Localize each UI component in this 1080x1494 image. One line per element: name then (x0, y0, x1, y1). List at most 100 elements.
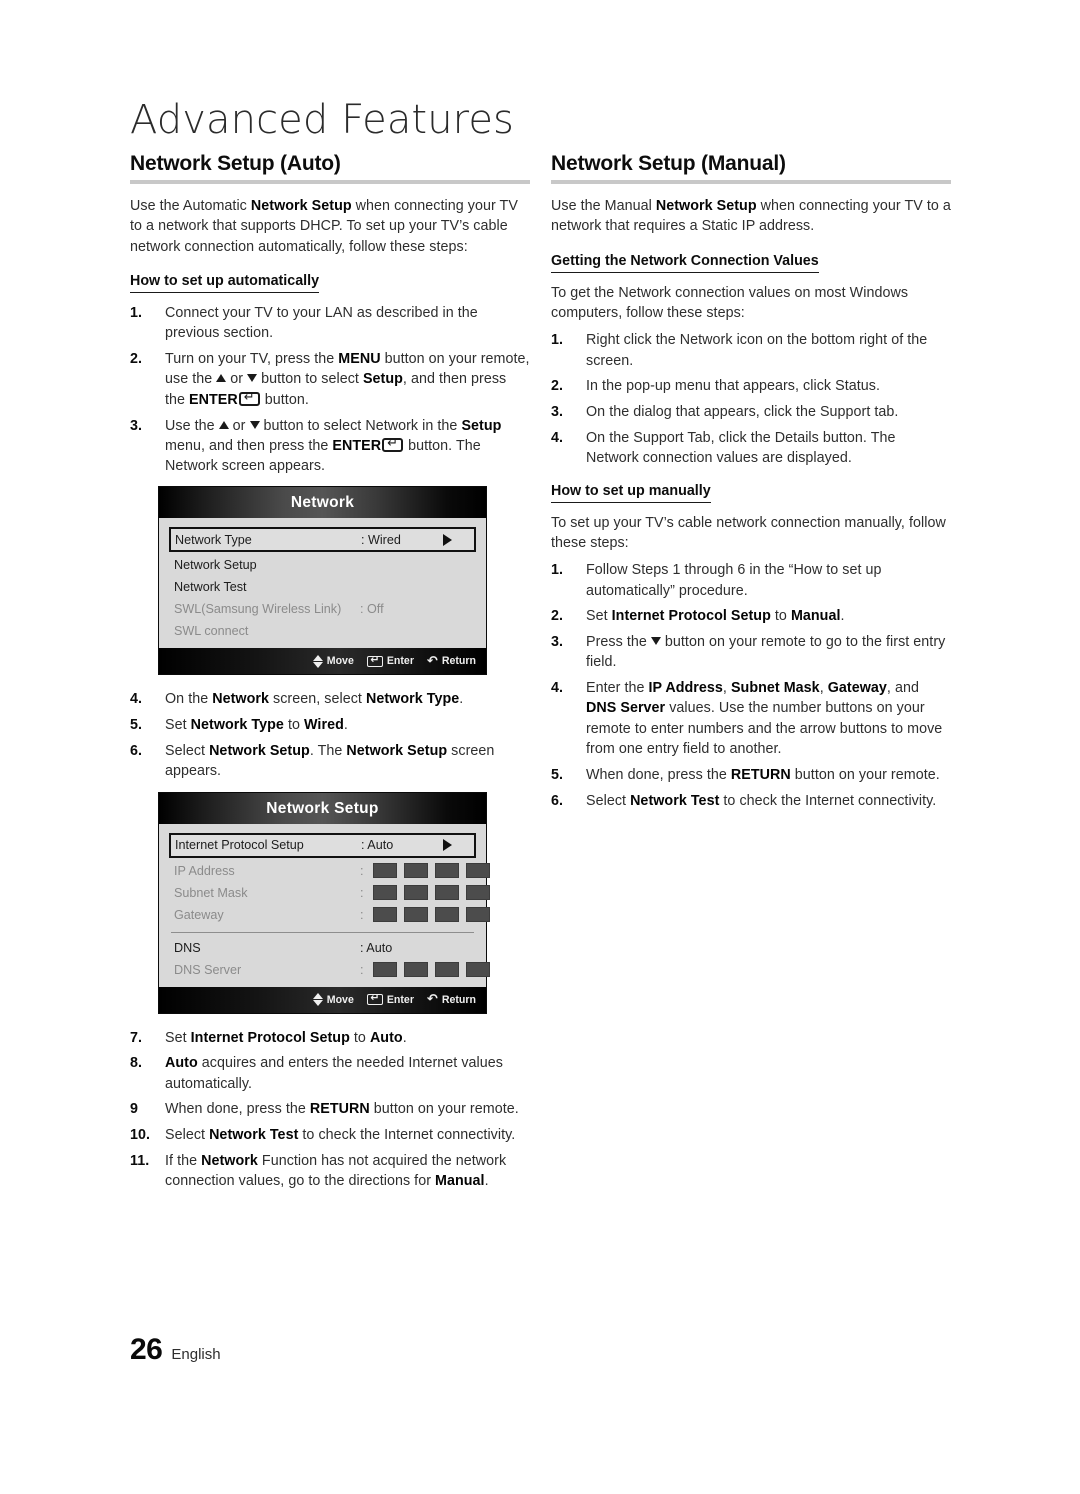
value-block (372, 907, 397, 923)
osd-row-swl[interactable]: SWL(Samsung Wireless Link) : Off (169, 598, 476, 620)
osd-hint-return-label: Return (441, 655, 476, 668)
value-block (403, 962, 428, 978)
osd-row-internet-protocol-setup[interactable]: Internet Protocol Setup : Auto (169, 832, 476, 858)
values-steps: 1. Right click the Network icon on the bo… (551, 330, 951, 468)
list-item: 4. Enter the IP Address, Subnet Mask, Gat… (551, 680, 943, 758)
osd-network-title: Network (159, 487, 486, 519)
value-block (465, 885, 490, 901)
arrow-down-icon (249, 420, 260, 429)
manual-setup-intro-paragraph: To set up your TV’s cable network connec… (551, 514, 946, 551)
osd-value: : Off (360, 602, 384, 617)
list-item: 5. Set Network Type to Wired. (130, 715, 530, 735)
step-number: 6. (551, 792, 564, 809)
osd-row-network-type[interactable]: Network Type : Wired (169, 527, 476, 553)
value-block (434, 962, 459, 978)
step-number: 3. (130, 417, 143, 434)
osd-label: Subnet Mask (174, 885, 248, 900)
step-number: 9 (130, 1101, 139, 1118)
left-column: Network Setup (Auto) Use the Automatic N… (130, 152, 530, 1202)
osd-row-ip-address[interactable]: IP Address : (169, 860, 490, 882)
osd-network-setup-body: Internet Protocol Setup : Auto IP Addres… (159, 823, 490, 987)
osd-hint-move-label: Move (326, 655, 354, 668)
page-footer: 26 English (130, 1333, 221, 1367)
osd-row-dns-server[interactable]: DNS Server : (169, 959, 490, 981)
osd-row-gateway[interactable]: Gateway : (169, 904, 490, 926)
step-number: 7. (130, 1029, 143, 1046)
osd-row-subnet-mask[interactable]: Subnet Mask : (169, 882, 490, 904)
list-item: 10. Select Network Test to check the Inte… (130, 1125, 530, 1145)
subhead-how-to-set-up-manually: How to set up manually (551, 483, 711, 503)
list-item: 1. Follow Steps 1 through 6 in the “How t… (551, 562, 882, 599)
value-block (434, 863, 459, 879)
list-item: 9 When done, press the RETURN button on y… (130, 1099, 530, 1119)
subhead-getting-network-connection-values: Getting the Network Connection Values (551, 253, 819, 273)
section-rule-auto (130, 180, 530, 185)
value-block (434, 907, 459, 923)
osd-label: Internet Protocol Setup (175, 838, 304, 853)
manual-page: Advanced Features Network Setup (Auto) U… (0, 0, 1080, 1494)
osd-hint-enter-label: Enter (386, 993, 414, 1006)
osd-value-blocks (372, 907, 490, 923)
enter-key-icon (382, 435, 404, 453)
osd-row-network-setup[interactable]: Network Setup (169, 554, 476, 576)
list-item: 3. Use the or button to select Network in… (130, 416, 530, 477)
osd-hint-enter-label: Enter (386, 655, 414, 668)
list-item: 3. On the dialog that appears, click the … (551, 402, 951, 422)
subhead-auto-wrap: How to set up automatically (130, 269, 530, 303)
step-number: 8. (130, 1055, 143, 1072)
up-down-arrow-icon (312, 654, 323, 668)
list-item: 7. Set Internet Protocol Setup to Auto. (130, 1028, 530, 1048)
list-item: 1. Right click the Network icon on the bo… (551, 332, 928, 369)
page-language: English (171, 1346, 221, 1363)
step-number: 11. (130, 1153, 150, 1170)
osd-hint-return: ↷ Return (427, 992, 476, 1007)
up-down-arrow-icon (312, 993, 323, 1007)
step-number: 3. (551, 634, 564, 651)
subhead-manual-wrap: How to set up manually (551, 479, 951, 513)
osd-hint-move: Move (312, 993, 354, 1007)
osd-value: : Auto (361, 838, 394, 853)
osd-network-footer: Move Enter ↷Return (159, 648, 486, 675)
value-block (372, 962, 397, 978)
step-number: 6. (130, 743, 143, 759)
step-number: 1. (551, 562, 564, 579)
auto-steps-4-6: 4. On the Network screen, select Network … (130, 689, 530, 781)
value-block (372, 863, 397, 879)
list-item: 4. On the Network screen, select Network … (130, 689, 530, 709)
step-number: 2. (551, 608, 564, 625)
subhead-how-to-set-up-automatically: How to set up automatically (130, 273, 320, 294)
list-item: 11. If the Network Function has not acqui… (130, 1153, 507, 1190)
osd-label: SWL(Samsung Wireless Link) (174, 602, 342, 617)
value-block (403, 885, 428, 901)
osd-hint-move-label: Move (326, 993, 354, 1006)
section-heading-auto: Network Setup (Auto) (130, 152, 341, 175)
chevron-right-icon (443, 839, 452, 852)
manual-steps: 1. Follow Steps 1 through 6 in the “How t… (551, 560, 951, 811)
enter-key-icon (366, 990, 383, 1006)
enter-key-icon (238, 389, 260, 407)
osd-value-blocks (372, 885, 490, 901)
osd-value: : Wired (361, 532, 401, 547)
page-number: 26 (130, 1333, 163, 1366)
enter-key-icon (366, 652, 383, 667)
step-number: 1. (130, 305, 143, 322)
arrow-down-icon (247, 374, 258, 383)
step-number: 4. (130, 691, 143, 708)
auto-intro-paragraph: Use the Automatic Network Setup when con… (130, 198, 518, 255)
osd-row-network-test[interactable]: Network Test (169, 576, 476, 598)
osd-value-blocks (372, 863, 490, 879)
osd-hint-enter: Enter (366, 990, 414, 1006)
step-number: 2. (130, 351, 143, 368)
osd-row-swl-connect[interactable]: SWL connect (169, 620, 476, 642)
step-number: 4. (551, 680, 564, 697)
list-item: 8. Auto acquires and enters the needed In… (130, 1055, 503, 1092)
subhead-values-wrap: Getting the Network Connection Values (551, 249, 951, 283)
osd-network-setup-screenshot: Network Setup Internet Protocol Setup : … (158, 791, 490, 1014)
value-block (465, 962, 490, 978)
osd-network-screenshot: Network Network Type : Wired Network Set… (158, 486, 487, 676)
value-block (372, 885, 397, 901)
value-block (465, 907, 490, 923)
list-item: 6. Select Network Setup. The Network Setu… (130, 743, 495, 780)
osd-label: Network Type (175, 532, 252, 547)
osd-row-dns[interactable]: DNS : Auto (169, 937, 476, 959)
